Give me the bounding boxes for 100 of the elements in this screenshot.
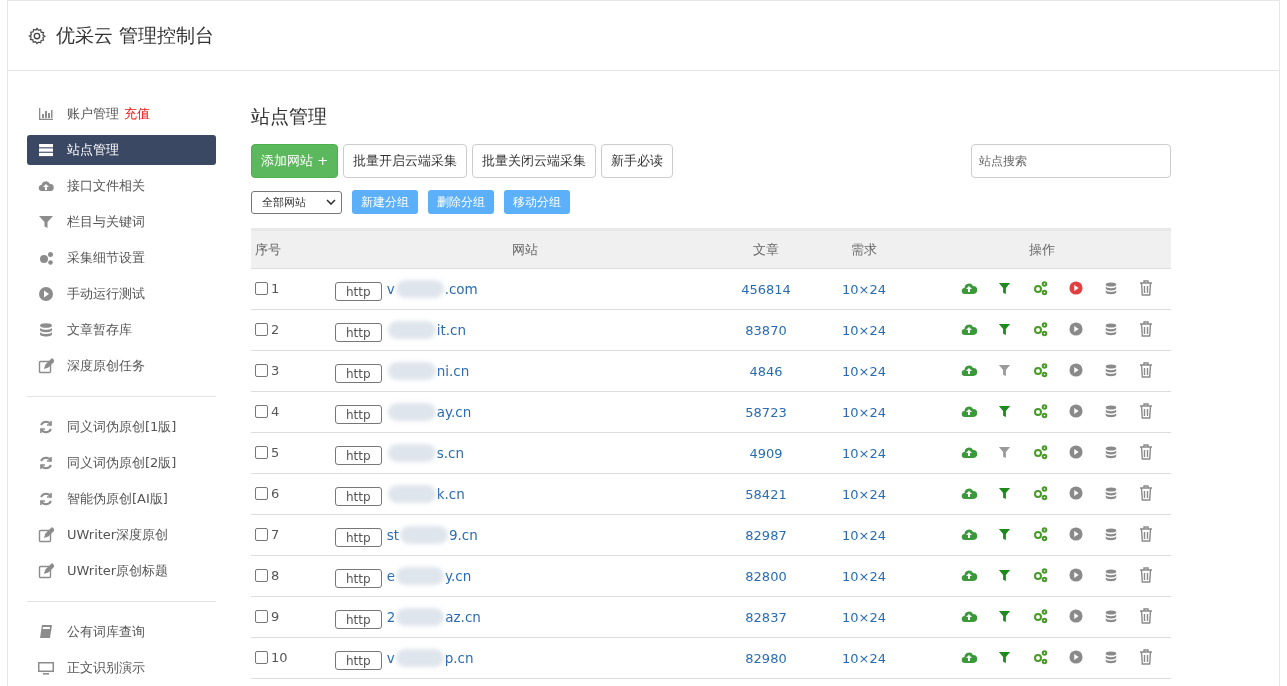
sidebar-item[interactable]: 手动运行测试	[27, 279, 216, 309]
trash-icon[interactable]	[1138, 608, 1153, 624]
site-url[interactable]: e	[386, 568, 395, 584]
cloud-upload-icon[interactable]	[960, 486, 977, 500]
site-url[interactable]: .com	[444, 281, 478, 297]
trash-icon[interactable]	[1138, 403, 1153, 419]
site-url[interactable]: ni.cn	[436, 363, 470, 379]
database-icon[interactable]	[1103, 567, 1118, 583]
filter-icon[interactable]	[997, 404, 1011, 418]
cloud-upload-icon[interactable]	[960, 281, 977, 295]
article-count[interactable]: 83870	[745, 322, 787, 338]
play-icon[interactable]	[1068, 322, 1083, 336]
site-url[interactable]: v	[386, 281, 395, 297]
row-checkbox[interactable]	[255, 650, 268, 664]
trash-icon[interactable]	[1138, 444, 1153, 460]
trash-icon[interactable]	[1138, 526, 1153, 542]
sidebar-item[interactable]: 深度原创任务	[27, 351, 216, 381]
sidebar-item[interactable]: 同义词伪原创[2版]	[27, 448, 216, 478]
cloud-upload-icon[interactable]	[960, 363, 977, 377]
article-count[interactable]: 4909	[749, 445, 783, 461]
row-checkbox[interactable]	[255, 568, 268, 582]
database-icon[interactable]	[1103, 526, 1118, 542]
sidebar-item[interactable]: 正文识别演示	[27, 653, 216, 683]
play-icon[interactable]	[1068, 650, 1083, 664]
toolbar-button[interactable]: 新手必读	[601, 144, 674, 178]
site-url[interactable]: s.cn	[436, 445, 464, 461]
play-icon[interactable]	[1068, 568, 1083, 582]
database-icon[interactable]	[1103, 608, 1118, 624]
cloud-upload-icon[interactable]	[960, 322, 977, 336]
article-count[interactable]: 4846	[749, 363, 783, 379]
article-count[interactable]: 456814	[741, 281, 791, 297]
site-url[interactable]: k.cn	[436, 486, 465, 502]
recharge-link[interactable]: 充值	[124, 105, 150, 123]
play-icon[interactable]	[1068, 609, 1083, 623]
trash-icon[interactable]	[1138, 321, 1153, 337]
filter-icon[interactable]	[997, 363, 1011, 377]
sidebar-item[interactable]: 站点管理	[27, 135, 216, 165]
sidebar-item[interactable]: 智能伪原创[AI版]	[27, 484, 216, 514]
article-count[interactable]: 82800	[745, 568, 787, 584]
article-count[interactable]: 82987	[745, 527, 787, 543]
database-icon[interactable]	[1103, 280, 1118, 296]
row-checkbox[interactable]	[255, 527, 268, 541]
sidebar-item[interactable]: 公有词库查询	[27, 617, 216, 647]
row-checkbox[interactable]	[255, 404, 268, 418]
play-icon[interactable]	[1068, 486, 1083, 500]
site-url[interactable]: 9.cn	[448, 527, 478, 543]
cloud-upload-icon[interactable]	[960, 445, 977, 459]
site-url[interactable]: st	[386, 527, 399, 543]
sidebar-item[interactable]: 采集细节设置	[27, 243, 216, 273]
database-icon[interactable]	[1103, 321, 1118, 337]
site-url[interactable]: y.cn	[444, 568, 472, 584]
cloud-upload-icon[interactable]	[960, 650, 977, 664]
row-checkbox[interactable]	[255, 363, 268, 377]
trash-icon[interactable]	[1138, 362, 1153, 378]
article-count[interactable]: 58421	[745, 486, 787, 502]
database-icon[interactable]	[1103, 403, 1118, 419]
filter-icon[interactable]	[997, 609, 1011, 623]
site-url[interactable]: az.cn	[445, 609, 481, 625]
filter-icon[interactable]	[997, 486, 1011, 500]
row-checkbox[interactable]	[255, 609, 268, 623]
database-icon[interactable]	[1103, 485, 1118, 501]
trash-icon[interactable]	[1138, 649, 1153, 665]
filter-icon[interactable]	[997, 568, 1011, 582]
toolbar-button[interactable]: 批量关闭云端采集	[472, 144, 597, 178]
play-icon[interactable]	[1068, 527, 1083, 541]
article-count[interactable]: 58723	[745, 404, 787, 420]
site-url[interactable]: it.cn	[436, 322, 466, 338]
filter-icon[interactable]	[997, 527, 1011, 541]
play-icon[interactable]	[1068, 404, 1083, 418]
sidebar-item[interactable]: 同义词伪原创[1版]	[27, 412, 216, 442]
sidebar-item[interactable]: UWriter深度原创	[27, 520, 216, 550]
site-url[interactable]: p.cn	[444, 650, 474, 666]
search-field[interactable]: 站点搜索	[971, 144, 1171, 178]
filter-icon[interactable]	[997, 281, 1011, 295]
play-icon[interactable]	[1068, 445, 1083, 459]
sidebar-item[interactable]: 栏目与关键词	[27, 207, 216, 237]
trash-icon[interactable]	[1138, 567, 1153, 583]
play-icon[interactable]	[1068, 281, 1083, 295]
sidebar-item[interactable]: 文章暂存库	[27, 315, 216, 345]
row-checkbox[interactable]	[255, 281, 268, 295]
cloud-upload-icon[interactable]	[960, 404, 977, 418]
toolbar-button[interactable]: 批量开启云端采集	[343, 144, 468, 178]
trash-icon[interactable]	[1138, 280, 1153, 296]
group-dropdown[interactable]: 全部网站	[251, 190, 342, 214]
cloud-upload-icon[interactable]	[960, 527, 977, 541]
cloud-upload-icon[interactable]	[960, 568, 977, 582]
row-checkbox[interactable]	[255, 322, 268, 336]
sidebar-item[interactable]: 账户管理 充值	[27, 99, 216, 129]
sidebar-item[interactable]: 接口文件相关	[27, 171, 216, 201]
filter-icon[interactable]	[997, 650, 1011, 664]
cloud-upload-icon[interactable]	[960, 609, 977, 623]
site-url[interactable]: v	[386, 650, 395, 666]
play-icon[interactable]	[1068, 363, 1083, 377]
article-count[interactable]: 82837	[745, 609, 787, 625]
site-url[interactable]: ay.cn	[436, 404, 472, 420]
filter-icon[interactable]	[997, 445, 1011, 459]
database-icon[interactable]	[1103, 444, 1118, 460]
row-checkbox[interactable]	[255, 486, 268, 500]
trash-icon[interactable]	[1138, 485, 1153, 501]
article-count[interactable]: 82980	[745, 650, 787, 666]
